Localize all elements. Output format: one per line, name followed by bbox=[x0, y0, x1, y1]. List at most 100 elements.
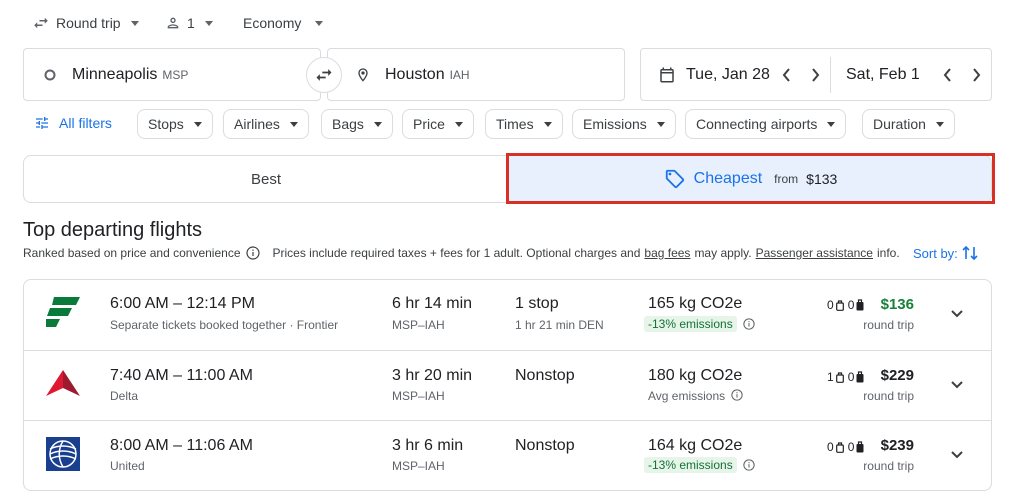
carry-on-bag-icon bbox=[835, 299, 844, 311]
bag-allowance: 0 0 bbox=[827, 440, 864, 454]
chevron-down-icon bbox=[193, 121, 202, 127]
emissions-badge: -13% emissions bbox=[644, 457, 737, 473]
price-note: round trip bbox=[863, 459, 914, 473]
chip-label: Connecting airports bbox=[696, 116, 818, 132]
price-note: round trip bbox=[863, 389, 914, 403]
destination-field[interactable]: Houston IAH bbox=[327, 48, 625, 101]
flight-times: 6:00 AM – 12:14 PM bbox=[110, 295, 255, 312]
return-date[interactable]: Sat, Feb 1 bbox=[846, 66, 920, 84]
flight-airline: Delta bbox=[110, 389, 139, 403]
chevron-down-icon bbox=[373, 121, 382, 127]
location-pin-icon bbox=[355, 65, 371, 85]
filter-chip-times[interactable]: Times bbox=[485, 109, 563, 139]
origin-city: Minneapolis bbox=[72, 65, 158, 83]
chevron-down-icon bbox=[454, 121, 463, 127]
bag-allowance: 1 0 bbox=[827, 370, 864, 384]
flight-list: 6:00 AM – 12:14 PM Separate tickets book… bbox=[23, 279, 992, 491]
carry-on-count: 1 bbox=[827, 370, 834, 384]
flight-stops: Nonstop bbox=[515, 367, 575, 384]
sort-by-label: Sort by: bbox=[913, 245, 958, 261]
passengers-select[interactable]: 1 bbox=[165, 12, 213, 34]
info-icon[interactable] bbox=[743, 459, 755, 471]
filter-chip-connecting-airports[interactable]: Connecting airports bbox=[685, 109, 847, 139]
expand-chevron-icon[interactable] bbox=[949, 306, 965, 322]
origin-field[interactable]: Minneapolis MSP bbox=[23, 48, 321, 101]
prices-text: Prices include required taxes + fees for… bbox=[272, 246, 641, 260]
filter-chip-duration[interactable]: Duration bbox=[862, 109, 955, 139]
ranked-text: Ranked based on price and convenience bbox=[23, 246, 241, 260]
info-icon[interactable] bbox=[743, 318, 755, 330]
chevron-down-icon bbox=[204, 20, 213, 26]
filter-chip-stops[interactable]: Stops bbox=[137, 109, 213, 139]
checked-bag-icon bbox=[856, 371, 864, 383]
flight-duration: 3 hr 20 min bbox=[392, 367, 473, 384]
trip-type-select[interactable]: Round trip bbox=[32, 12, 139, 34]
swap-arrows-icon bbox=[32, 14, 50, 32]
depart-next-chevron-icon[interactable] bbox=[809, 67, 821, 83]
chevron-down-icon bbox=[130, 20, 139, 26]
flight-row[interactable]: 7:40 AM – 11:00 AM Delta 3 hr 20 min MSP… bbox=[24, 350, 991, 420]
all-filters-button[interactable]: All filters bbox=[34, 115, 112, 131]
checked-bag-icon bbox=[856, 441, 864, 453]
filter-chip-airlines[interactable]: Airlines bbox=[223, 109, 309, 139]
flight-stops: 1 stop bbox=[515, 295, 559, 312]
trip-type-label: Round trip bbox=[56, 15, 121, 31]
flight-row[interactable]: 8:00 AM – 11:06 AM United 3 hr 6 min MSP… bbox=[24, 420, 991, 490]
cabin-select[interactable]: Economy bbox=[243, 12, 324, 34]
swap-button[interactable] bbox=[306, 57, 342, 93]
sort-arrows-icon bbox=[962, 244, 978, 262]
flight-airline: United bbox=[110, 459, 145, 473]
chip-label: Emissions bbox=[583, 116, 647, 132]
info-icon[interactable] bbox=[731, 389, 743, 401]
info-text: info. bbox=[876, 246, 900, 260]
checked-bag-count: 0 bbox=[847, 440, 855, 454]
flight-layover: 1 hr 21 min DEN bbox=[515, 318, 604, 332]
flight-row[interactable]: 6:00 AM – 12:14 PM Separate tickets book… bbox=[24, 280, 991, 350]
sort-by-button[interactable]: Sort by: bbox=[913, 244, 978, 262]
flight-price: $136 bbox=[880, 296, 914, 313]
chevron-down-icon bbox=[289, 121, 298, 127]
flight-stops: Nonstop bbox=[515, 437, 575, 454]
carry-on-bag-icon bbox=[835, 371, 844, 383]
return-prev-chevron-icon[interactable] bbox=[942, 67, 954, 83]
swap-icon bbox=[316, 69, 332, 81]
checked-bag-icon bbox=[856, 299, 864, 311]
price-note: round trip bbox=[863, 318, 914, 332]
info-icon[interactable] bbox=[245, 246, 260, 260]
chip-label: Airlines bbox=[234, 116, 280, 132]
expand-chevron-icon[interactable] bbox=[949, 447, 965, 463]
bag-fees-link[interactable]: bag fees bbox=[644, 246, 690, 260]
origin-code: MSP bbox=[162, 67, 189, 82]
depart-date[interactable]: Tue, Jan 28 bbox=[686, 66, 770, 84]
tune-icon bbox=[34, 115, 50, 131]
filter-chip-bags[interactable]: Bags bbox=[321, 109, 393, 139]
chip-label: Price bbox=[413, 116, 445, 132]
frontier-logo bbox=[46, 297, 80, 327]
highlight-box bbox=[506, 153, 995, 204]
passengers-count: 1 bbox=[187, 15, 195, 31]
flight-co2: 165 kg CO2e bbox=[648, 295, 743, 312]
emissions-label: Avg emissions bbox=[648, 389, 726, 403]
flight-times: 7:40 AM – 11:00 AM bbox=[110, 367, 253, 384]
tab-best[interactable]: Best bbox=[24, 156, 508, 202]
filter-chip-emissions[interactable]: Emissions bbox=[572, 109, 676, 139]
bag-allowance: 0 0 bbox=[827, 298, 864, 312]
chevron-down-icon bbox=[827, 121, 836, 127]
flight-price: $229 bbox=[880, 367, 914, 384]
destination-city: Houston bbox=[385, 65, 445, 83]
passenger-assistance-link[interactable]: Passenger assistance bbox=[756, 246, 873, 260]
date-field[interactable]: Tue, Jan 28 Sat, Feb 1 bbox=[640, 48, 992, 101]
all-filters-label: All filters bbox=[59, 115, 112, 131]
flight-co2: 164 kg CO2e bbox=[648, 437, 743, 454]
united-logo bbox=[46, 437, 80, 471]
filter-chip-price[interactable]: Price bbox=[402, 109, 474, 139]
depart-prev-chevron-icon[interactable] bbox=[781, 67, 793, 83]
checked-bag-count: 0 bbox=[847, 370, 855, 384]
calendar-icon bbox=[658, 65, 676, 85]
expand-chevron-icon[interactable] bbox=[949, 377, 965, 393]
chevron-down-icon bbox=[935, 121, 944, 127]
return-next-chevron-icon[interactable] bbox=[970, 67, 982, 83]
chip-label: Times bbox=[496, 116, 534, 132]
chip-label: Duration bbox=[873, 116, 926, 132]
flight-times: 8:00 AM – 11:06 AM bbox=[110, 437, 253, 454]
